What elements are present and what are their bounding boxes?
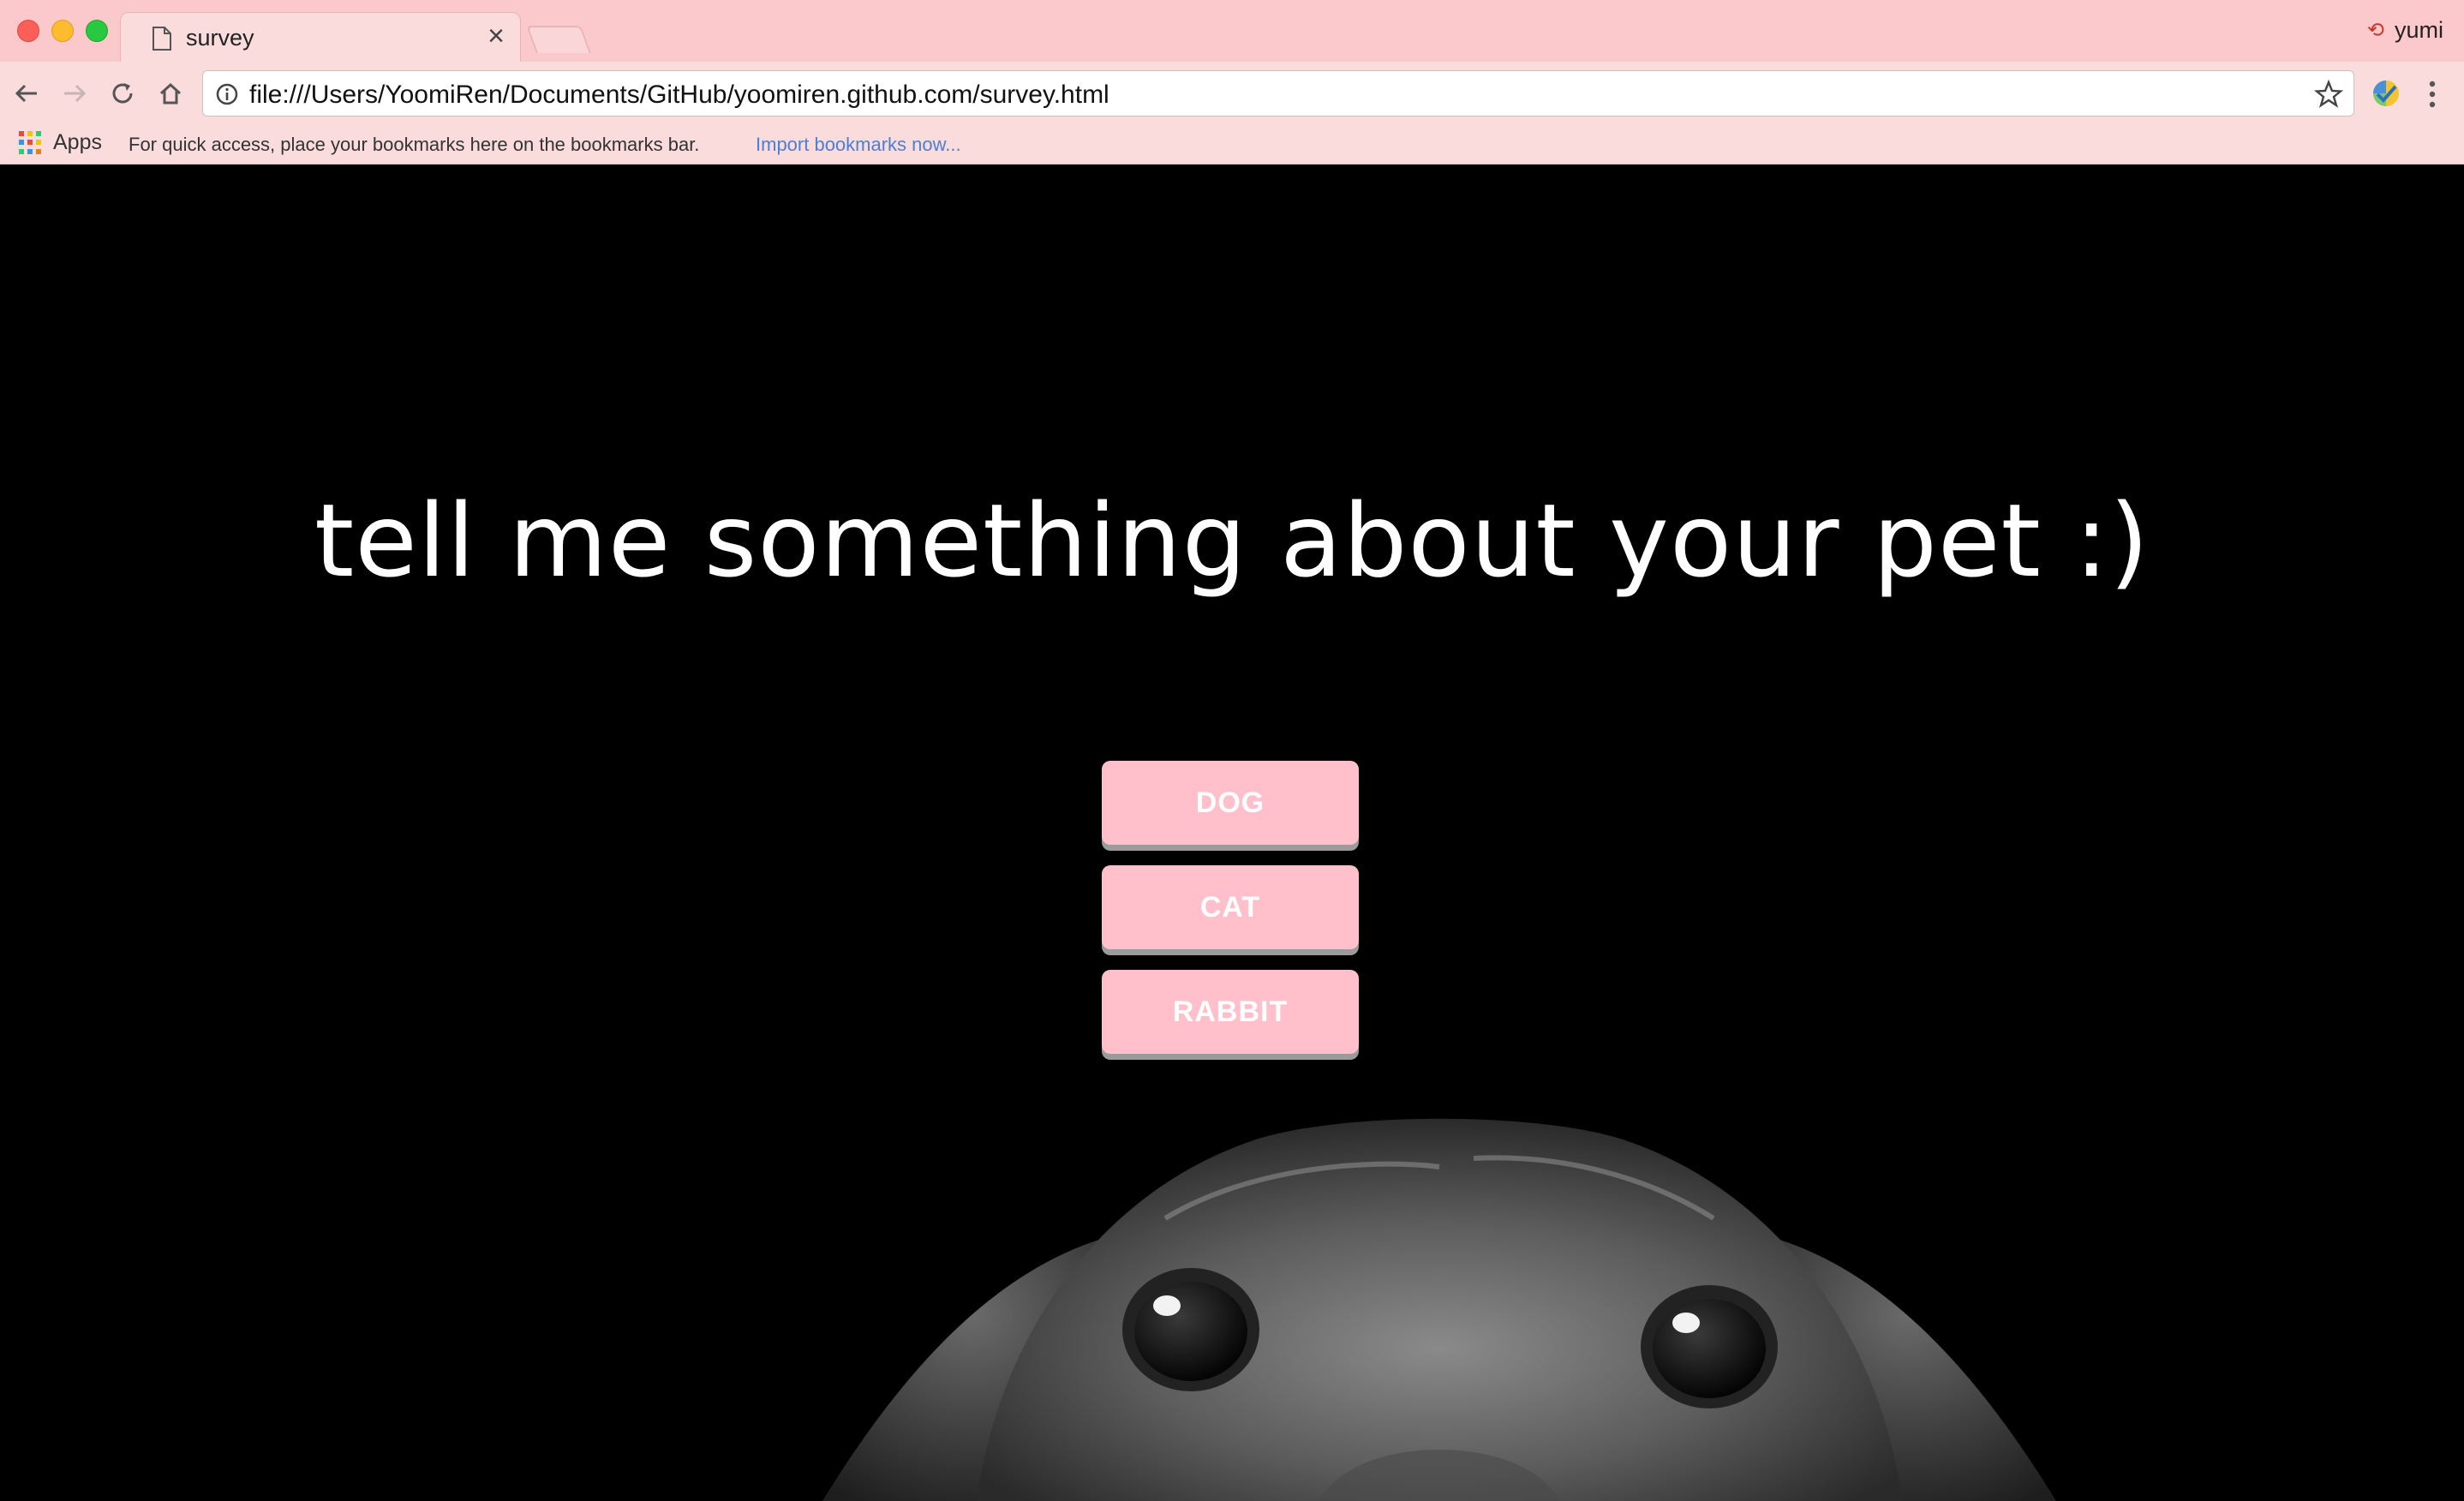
apps-shortcut[interactable]: Apps [19,130,102,155]
tab-survey[interactable]: survey × [120,12,521,62]
page-title: tell me something about your pet :) [314,481,2150,600]
home-icon [159,82,182,105]
bookmarks-hint: For quick access, place your bookmarks h… [129,134,700,155]
rabbit-button[interactable]: RABBIT [1102,970,1359,1054]
window-minimize-button[interactable] [51,20,74,42]
home-button[interactable] [153,75,188,111]
forward-arrow-icon [64,84,87,103]
back-button[interactable] [9,75,45,111]
profile-name: yumi [2394,17,2443,43]
new-tab-button[interactable] [526,26,591,53]
dog-peeking-image [822,1118,2056,1501]
info-icon[interactable] [215,82,239,106]
reload-button[interactable] [105,75,141,111]
back-arrow-icon [15,84,37,103]
bookmarks-bar: Apps For quick access, place your bookma… [0,125,2464,164]
profile-button[interactable]: ⟲ yumi [2367,17,2443,44]
window-titlebar: survey × ⟲ yumi [0,0,2464,62]
address-url[interactable]: file:///Users/YoomiRen/Documents/GitHub/… [249,81,1109,110]
star-icon[interactable] [2314,80,2343,109]
extension-icon[interactable] [2370,77,2402,110]
cat-button[interactable]: CAT [1102,865,1359,949]
forward-button[interactable] [57,75,93,111]
browser-toolbar: file:///Users/YoomiRen/Documents/GitHub/… [0,62,2464,125]
close-icon[interactable]: × [487,21,505,51]
window-close-button[interactable] [17,20,39,42]
apps-label: Apps [53,130,102,154]
sync-icon: ⟲ [2366,19,2384,42]
page-content: tell me something about your pet :) DOG … [0,164,2464,1501]
menu-dots-icon[interactable] [2419,77,2445,111]
window-maximize-button[interactable] [86,20,108,42]
reload-icon [112,83,133,104]
tab-title: survey [186,25,254,51]
apps-grid-icon [19,130,43,155]
page-icon [153,27,171,51]
address-bar[interactable]: file:///Users/YoomiRen/Documents/GitHub/… [202,70,2354,117]
import-bookmarks-link[interactable]: Import bookmarks now... [756,134,961,156]
dog-button[interactable]: DOG [1102,761,1359,845]
